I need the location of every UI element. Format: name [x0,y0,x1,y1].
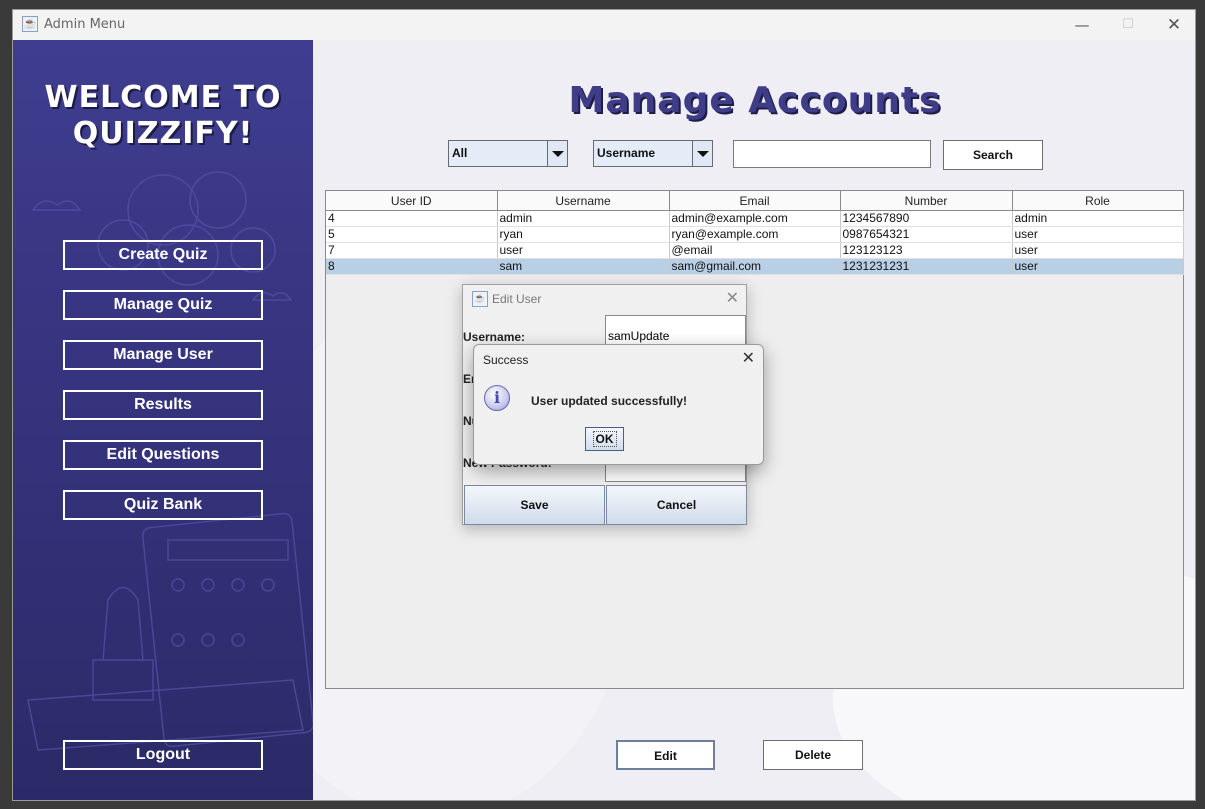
column-header-user-id[interactable]: User ID [326,191,498,211]
cell-username: user [497,242,670,259]
edit-button[interactable]: Edit [616,740,715,770]
cell-number: 1234567890 [840,210,1013,227]
success-message: User updated successfully! [531,394,688,408]
quiz-bank-button[interactable]: Quiz Bank [63,490,263,520]
cell-user-id: 8 [326,258,498,275]
welcome-heading: WELCOME TO QUIZZIFY! [13,80,313,152]
close-icon[interactable]: ✕ [742,348,755,368]
info-icon: i [484,385,510,411]
close-icon[interactable]: ✕ [1151,10,1195,40]
manage-quiz-button[interactable]: Manage Quiz [63,290,263,320]
cell-email: @email [669,242,841,259]
cell-number: 123123123 [840,242,1013,259]
column-header-username[interactable]: Username [497,191,670,211]
chevron-down-icon[interactable] [547,141,567,166]
page-title: Manage Accounts [568,80,942,121]
sidebar: WELCOME TO QUIZZIFY! Create Quiz Manage … [13,40,313,800]
edit-questions-button[interactable]: Edit Questions [63,440,263,470]
window-title: Admin Menu [44,17,126,32]
minimize-icon[interactable]: — [1059,10,1105,40]
column-header-number[interactable]: Number [840,191,1013,211]
welcome-line-1: WELCOME TO [44,80,282,115]
table-header-row: User ID Username Email Number Role [326,191,1184,211]
cell-username: admin [497,210,670,227]
cell-email: sam@gmail.com [669,258,841,275]
cell-username: sam [497,258,670,275]
logout-button[interactable]: Logout [63,740,263,770]
java-app-icon: ☕ [472,291,488,307]
delete-button[interactable]: Delete [763,740,863,770]
cancel-button[interactable]: Cancel [606,485,747,525]
maximize-icon[interactable]: ☐ [1105,10,1151,40]
cell-role: user [1012,242,1184,259]
field-filter-value: Username [597,146,656,160]
save-button[interactable]: Save [464,485,605,525]
cell-role: user [1012,258,1184,275]
cell-number: 0987654321 [840,226,1013,243]
quiz-illustration [27,171,313,751]
field-filter-dropdown[interactable]: Username [593,140,713,167]
java-app-icon: ☕ [22,16,38,32]
column-header-email[interactable]: Email [669,191,841,211]
search-input[interactable] [733,140,931,168]
admin-menu-window: ☕ Admin Menu — ☐ ✕ WELCOME TO QUIZZIFY! … [12,9,1196,801]
cell-username: ryan [497,226,670,243]
welcome-line-2: QUIZZIFY! [72,116,254,151]
cell-email: ryan@example.com [669,226,841,243]
ok-button[interactable]: OK [585,427,624,451]
cell-user-id: 7 [326,242,498,259]
chevron-down-icon[interactable] [692,141,712,166]
table-row-selected[interactable]: 8 sam sam@gmail.com 1231231231 user [326,258,1184,275]
cell-number: 1231231231 [840,258,1013,275]
create-quiz-button[interactable]: Create Quiz [63,240,263,270]
success-dialog: Success ✕ i User updated successfully! O… [473,344,764,465]
role-filter-value: All [452,146,468,160]
title-bar: ☕ Admin Menu — ☐ ✕ [13,10,1195,40]
manage-user-button[interactable]: Manage User [63,340,263,370]
username-label: Username: [463,330,526,344]
success-dialog-title: Success [483,353,529,367]
role-filter-dropdown[interactable]: All [448,140,568,167]
table-row[interactable]: 4 admin admin@example.com 1234567890 adm… [326,210,1184,227]
ok-button-label: OK [592,431,617,447]
results-button[interactable]: Results [63,390,263,420]
cell-email: admin@example.com [669,210,841,227]
edit-dialog-title: Edit User [492,292,542,306]
cell-user-id: 5 [326,226,498,243]
search-button[interactable]: Search [943,140,1043,170]
table-row[interactable]: 7 user @email 123123123 user [326,242,1184,259]
cell-role: user [1012,226,1184,243]
close-icon[interactable]: ✕ [726,288,739,308]
table-row[interactable]: 5 ryan ryan@example.com 0987654321 user [326,226,1184,243]
column-header-role[interactable]: Role [1012,191,1184,211]
cell-role: admin [1012,210,1184,227]
cell-user-id: 4 [326,210,498,227]
